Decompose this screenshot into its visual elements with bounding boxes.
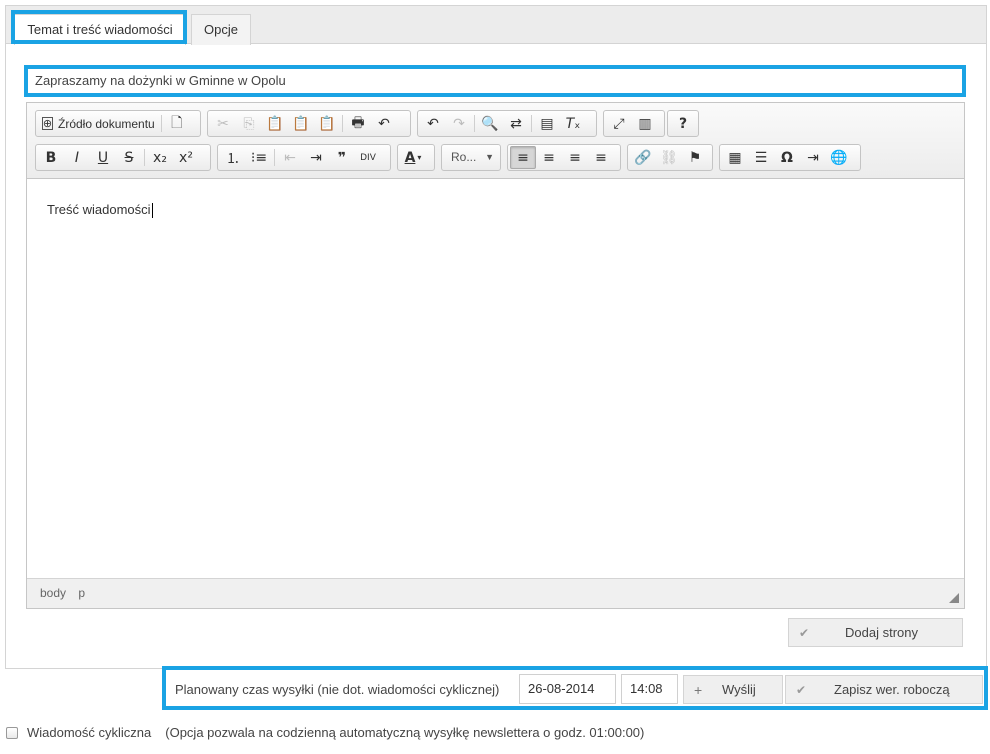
copy-icon[interactable]: ⎘ [236, 112, 262, 135]
undo-template-icon[interactable]: ↶ [371, 112, 397, 135]
indent-icon[interactable]: ⇥ [303, 146, 329, 169]
toolbar-group-edit: ↶ ↷ 🔍 ⇄ ▤ Tₓ [417, 110, 597, 137]
cyclic-note: (Opcja pozwala na codzienną automatyczną… [165, 725, 645, 740]
save-draft-label: Zapisz wer. roboczą [834, 682, 950, 697]
text-color-button[interactable]: A ▾ [400, 146, 426, 169]
iframe-globe-icon[interactable]: 🌐 [826, 146, 852, 169]
font-select-value: Ro... [451, 150, 477, 164]
strike-icon[interactable]: S [116, 146, 142, 169]
resize-handle-icon[interactable] [949, 593, 959, 603]
toolbar-group-view: ⤢ ▥ [603, 110, 665, 137]
plus-icon: + [694, 681, 703, 698]
page-break-icon[interactable]: ⇥ [800, 146, 826, 169]
italic-icon[interactable]: I [64, 146, 90, 169]
numbered-list-icon[interactable]: ⒈ [220, 146, 246, 169]
toolbar-group-color: A ▾ [397, 144, 435, 171]
bulleted-list-icon[interactable]: ⁝≡ [246, 146, 272, 169]
new-page-icon[interactable]: 🗋 [164, 112, 190, 135]
align-left-icon[interactable]: ≡ [510, 146, 536, 169]
schedule-time-input[interactable]: 14:08 [621, 674, 678, 704]
toolbar-group-links: 🔗 ⛓ ⚑ [627, 144, 713, 171]
outdent-icon[interactable]: ⇤ [277, 146, 303, 169]
select-all-icon[interactable]: ▤ [534, 112, 560, 135]
print-icon[interactable]: 🖶 [345, 112, 371, 135]
cut-icon[interactable]: ✂ [210, 112, 236, 135]
toolbar-group-paragraph: ⒈ ⁝≡ ⇤ ⇥ ❞ DIV [217, 144, 391, 171]
toolbar-group-basic-styles: B I U S x₂ x² [35, 144, 211, 171]
save-draft-button[interactable]: ✔ Zapisz wer. roboczą [785, 675, 983, 704]
special-char-icon[interactable]: Ω [774, 146, 800, 169]
add-pages-button[interactable]: ✔ Dodaj strony [788, 618, 963, 647]
editor-toolbar: ⊕ Źródło dokumentu 🗋 ✂ ⎘ 📋 📋 📋 🖶 ↶ ↶ ↷ 🔍… [27, 103, 964, 179]
paste-icon[interactable]: 📋 [262, 112, 288, 135]
source-button[interactable]: ⊕ Źródło dokumentu [38, 112, 159, 135]
show-blocks-icon[interactable]: ▥ [632, 112, 658, 135]
replace-icon[interactable]: ⇄ [503, 112, 529, 135]
schedule-label: Planowany czas wysyłki (nie dot. wiadomo… [175, 682, 500, 697]
check-icon: ✔ [796, 682, 807, 697]
tab-options[interactable]: Opcje [191, 14, 251, 45]
undo-icon[interactable]: ↶ [420, 112, 446, 135]
schedule-date-input[interactable]: 26-08-2014 [519, 674, 616, 704]
cyclic-label[interactable]: Wiadomość cykliczna [27, 725, 151, 740]
path-p[interactable]: p [78, 586, 85, 600]
div-container-icon[interactable]: DIV [355, 146, 381, 169]
toolbar-group-insert: ▦ ☰ Ω ⇥ 🌐 [719, 144, 861, 171]
editor-content[interactable]: Treść wiadomości [27, 180, 964, 578]
tab-subject-content[interactable]: Temat i treść wiadomości [14, 14, 186, 45]
add-pages-label: Dodaj strony [845, 625, 918, 640]
source-icon: ⊕ [42, 117, 53, 130]
maximize-icon[interactable]: ⤢ [606, 112, 632, 135]
cyclic-checkbox[interactable] [6, 726, 18, 739]
text-caret [151, 203, 153, 219]
toolbar-group-document: ⊕ Źródło dokumentu 🗋 [35, 110, 201, 137]
path-body[interactable]: body [40, 586, 66, 600]
paste-text-icon[interactable]: 📋 [288, 112, 314, 135]
tab-bar: Temat i treść wiadomości Opcje [6, 6, 986, 45]
text-color-icon: A [404, 149, 416, 166]
subject-input[interactable]: Zapraszamy na dożynki w Gminne w Opolu [24, 65, 966, 97]
bold-icon[interactable]: B [38, 146, 64, 169]
unlink-icon[interactable]: ⛓ [656, 146, 682, 169]
paste-word-icon[interactable]: 📋 [314, 112, 340, 135]
editor-text: Treść wiadomości [47, 202, 151, 217]
blockquote-icon[interactable]: ❞ [329, 146, 355, 169]
align-center-icon[interactable]: ≡ [536, 146, 562, 169]
font-select[interactable]: Ro... ▼ [441, 144, 501, 171]
check-icon: ✔ [799, 625, 810, 640]
align-right-icon[interactable]: ≡ [562, 146, 588, 169]
send-button[interactable]: + Wyślij [683, 675, 783, 704]
toolbar-group-align: ≡ ≡ ≡ ≡ [507, 144, 621, 171]
redo-icon[interactable]: ↷ [446, 112, 472, 135]
horizontal-line-icon[interactable]: ☰ [748, 146, 774, 169]
remove-format-icon[interactable]: Tₓ [560, 112, 586, 135]
chevron-down-icon: ▼ [485, 152, 494, 162]
help-icon[interactable]: ? [670, 112, 696, 135]
rich-text-editor: ⊕ Źródło dokumentu 🗋 ✂ ⎘ 📋 📋 📋 🖶 ↶ ↶ ↷ 🔍… [26, 102, 965, 609]
subscript-icon[interactable]: x₂ [147, 146, 173, 169]
source-button-label: Źródło dokumentu [58, 116, 155, 131]
table-icon[interactable]: ▦ [722, 146, 748, 169]
toolbar-group-help: ? [667, 110, 699, 137]
underline-icon[interactable]: U [90, 146, 116, 169]
cyclic-row: Wiadomość cykliczna (Opcja pozwala na co… [6, 725, 644, 740]
editor-path-bar: body p [27, 578, 964, 608]
anchor-flag-icon[interactable]: ⚑ [682, 146, 708, 169]
send-label: Wyślij [722, 682, 756, 697]
link-icon[interactable]: 🔗 [630, 146, 656, 169]
toolbar-group-clipboard: ✂ ⎘ 📋 📋 📋 🖶 ↶ [207, 110, 411, 137]
superscript-icon[interactable]: x² [173, 146, 199, 169]
find-icon[interactable]: 🔍 [477, 112, 503, 135]
align-justify-icon[interactable]: ≡ [588, 146, 614, 169]
